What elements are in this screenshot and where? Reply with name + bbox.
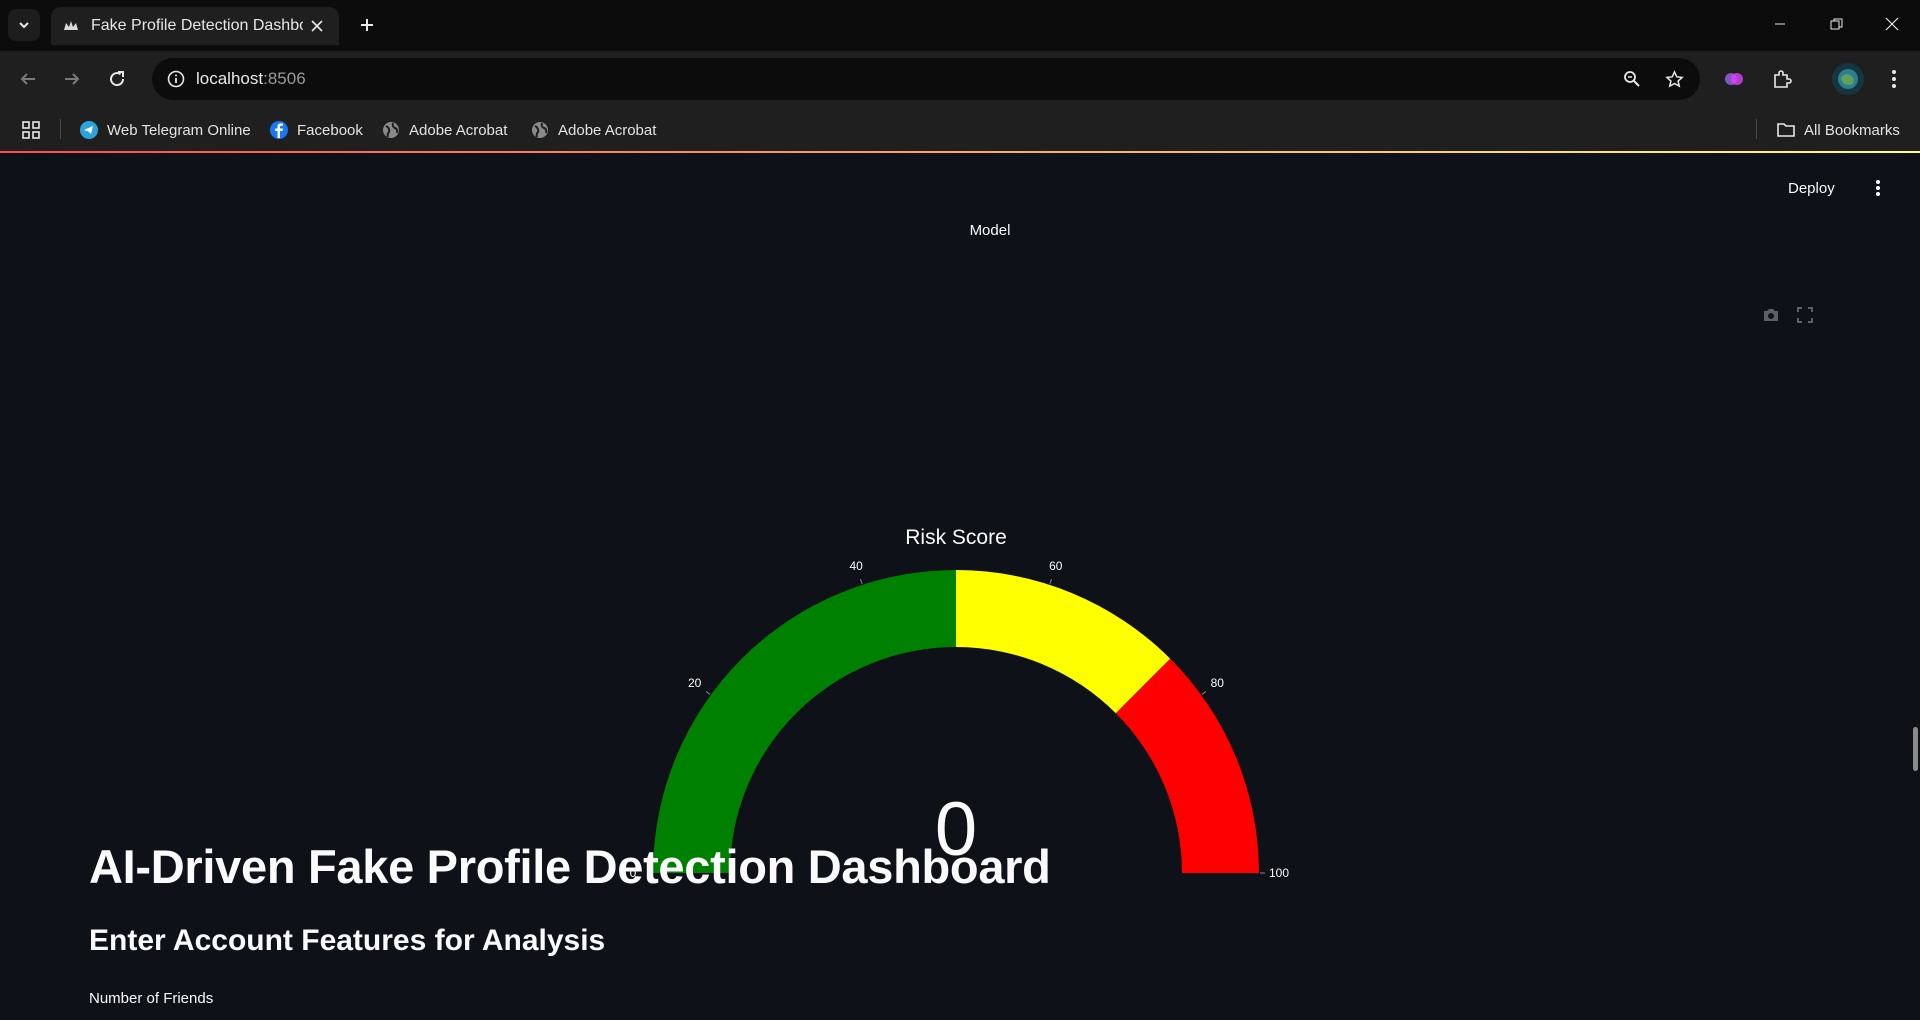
risk-score-gauge: Risk Score 02040 6080100 0 (630, 526, 1290, 880)
address-bar[interactable]: localhost:8506 (152, 58, 1700, 100)
bookmark-separator (1756, 119, 1757, 139)
browser-chrome: Fake Profile Detection Dashboard (0, 0, 1920, 152)
model-label: Model (969, 222, 1011, 239)
bookmark-adobe-acrobat-1[interactable]: Adobe Acrobat (381, 118, 507, 142)
page-scrollbar[interactable] (1913, 727, 1918, 771)
number-of-friends-label: Number of Friends (89, 990, 214, 1007)
deploy-button[interactable]: Deploy (1788, 180, 1835, 197)
forward-button[interactable] (56, 63, 88, 95)
bookmark-adobe-acrobat-2[interactable]: Adobe Acrobat (530, 118, 656, 142)
gauge-title: Risk Score (905, 526, 1007, 549)
more-vertical-icon (1876, 180, 1880, 196)
zoom-icon (1624, 71, 1640, 87)
folder-icon (1776, 120, 1796, 140)
chevron-down-icon (19, 22, 29, 29)
tab-active[interactable]: Fake Profile Detection Dashboard (51, 7, 339, 45)
extensions-button[interactable] (1766, 63, 1798, 95)
globe-icon (381, 120, 401, 140)
brain-extension-icon (1725, 73, 1743, 85)
download-png-button[interactable] (1759, 303, 1783, 327)
gauge-band-0 (653, 570, 956, 873)
gauge-tick-mark (705, 690, 711, 695)
bookmark-separator (60, 119, 61, 139)
tab-title: Fake Profile Detection Dashboard (91, 17, 303, 34)
new-tab-button[interactable] (352, 10, 382, 40)
tab-strip: Fake Profile Detection Dashboard (0, 0, 1920, 51)
apps-button[interactable] (21, 118, 41, 142)
minimize-icon (1775, 23, 1785, 25)
gauge-tick-label: 40 (850, 559, 864, 573)
reload-icon (110, 71, 125, 87)
globe-icon (530, 120, 550, 140)
tab-search-button[interactable] (8, 9, 40, 41)
gauge-tick-label: 20 (688, 676, 702, 690)
bookmark-facebook[interactable]: Facebook (269, 118, 363, 142)
restore-button[interactable] (1808, 0, 1864, 48)
all-bookmarks-label: All Bookmarks (1804, 121, 1900, 139)
url-port: :8506 (263, 69, 306, 88)
page-title: AI-Driven Fake Profile Detection Dashboa… (89, 840, 1051, 893)
apps-grid-icon (22, 121, 40, 139)
restore-icon (1830, 18, 1842, 29)
profile-avatar[interactable] (1830, 61, 1866, 97)
all-bookmarks-button[interactable]: All Bookmarks (1776, 118, 1900, 142)
arrow-left-icon (20, 73, 35, 85)
facebook-icon (269, 120, 289, 140)
bookmark-label: Adobe Acrobat (558, 121, 657, 139)
main-menu-button[interactable] (1864, 173, 1892, 203)
tab-close-button[interactable] (307, 16, 327, 36)
info-icon (167, 70, 185, 88)
browser-menu-button[interactable] (1878, 63, 1910, 95)
minimize-button[interactable] (1752, 0, 1808, 48)
bookmark-label: Facebook (297, 121, 363, 139)
extension-button[interactable] (1718, 63, 1750, 95)
zoom-button[interactable] (1616, 63, 1648, 95)
arrow-right-icon (65, 73, 80, 85)
star-icon (1664, 69, 1684, 88)
url-host: localhost (196, 69, 264, 88)
gauge-tick-mark (1201, 690, 1207, 695)
bookmark-label: Web Telegram Online (107, 121, 251, 139)
section-subheader: Enter Account Features for Analysis (89, 924, 606, 957)
window-close-button[interactable] (1864, 0, 1920, 48)
site-info-button[interactable] (160, 63, 192, 95)
gauge-tick-mark (860, 578, 863, 585)
plus-icon (361, 19, 373, 31)
bookmarks-bar: Web Telegram Online Facebook Adobe Acrob… (0, 107, 1920, 151)
fullscreen-button[interactable] (1793, 303, 1817, 327)
reload-button[interactable] (101, 63, 133, 95)
fullscreen-icon (1797, 307, 1813, 323)
close-icon (1885, 17, 1899, 31)
bookmark-telegram[interactable]: Web Telegram Online (79, 118, 251, 142)
telegram-icon (79, 120, 99, 140)
url-text[interactable]: localhost:8506 (196, 69, 306, 89)
avatar-icon (1832, 63, 1864, 95)
back-button[interactable] (12, 63, 44, 95)
more-vertical-icon (1892, 70, 1896, 88)
gauge-tick-mark (1049, 578, 1052, 585)
bookmark-label: Adobe Acrobat (409, 121, 508, 139)
app-main: Deploy Model Risk Score 0 20 40 60 80 100 0 A… (0, 153, 1920, 1020)
close-icon (311, 20, 323, 32)
gauge-tick-label: 100 (1269, 866, 1289, 880)
camera-icon (1764, 309, 1778, 321)
browser-toolbar: localhost:8506 (0, 51, 1920, 107)
puzzle-icon (1774, 70, 1792, 88)
streamlit-crown-icon (64, 21, 78, 30)
gauge-tick-label: 80 (1211, 676, 1225, 690)
gauge-tick-label: 60 (1049, 559, 1063, 573)
bookmark-star-button[interactable] (1658, 63, 1690, 95)
